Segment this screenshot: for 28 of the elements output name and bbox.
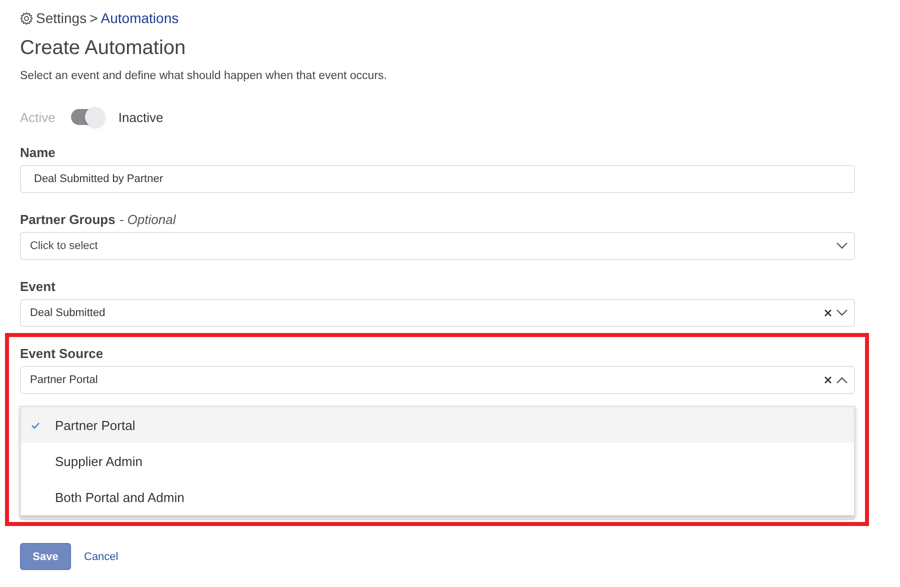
cancel-link[interactable]: Cancel xyxy=(84,548,118,565)
page-description: Select an event and define what should happen when that event occurs. xyxy=(20,69,388,84)
dropdown-option[interactable]: Partner Portal xyxy=(21,407,854,444)
field-label: Name xyxy=(20,144,56,160)
check-icon xyxy=(31,422,40,429)
caret-down-icon xyxy=(836,242,848,250)
field-label: Event Source xyxy=(20,345,104,360)
status-label[interactable]: Inactive xyxy=(118,108,164,127)
caret-up-icon xyxy=(836,376,848,384)
select-field[interactable]: Deal Submitted xyxy=(20,299,855,328)
optional-note: - Optional xyxy=(119,211,176,226)
clear-icon xyxy=(824,309,832,318)
name-input[interactable]: Deal Submitted by Partner xyxy=(20,165,855,194)
field-label: Event xyxy=(20,278,56,294)
breadcrumb-link[interactable]: Automations xyxy=(100,8,179,28)
breadcrumb-link[interactable]: Settings xyxy=(36,8,87,28)
select-field[interactable]: Click to select xyxy=(20,232,855,260)
page-title: Create Automation xyxy=(20,36,187,60)
settings-icon xyxy=(20,12,33,24)
dropdown-option[interactable]: Both Portal and Admin xyxy=(21,479,854,516)
clear-icon xyxy=(824,376,832,384)
select-field[interactable]: Partner Portal xyxy=(20,366,855,394)
status-toggle[interactable] xyxy=(71,109,104,126)
field-label: Partner Groups xyxy=(20,211,116,226)
breadcrumb-separator: > xyxy=(90,8,98,28)
caret-down-icon xyxy=(836,309,848,318)
save-button[interactable]: Save xyxy=(20,543,71,570)
dropdown-option[interactable]: Supplier Admin xyxy=(21,443,854,480)
